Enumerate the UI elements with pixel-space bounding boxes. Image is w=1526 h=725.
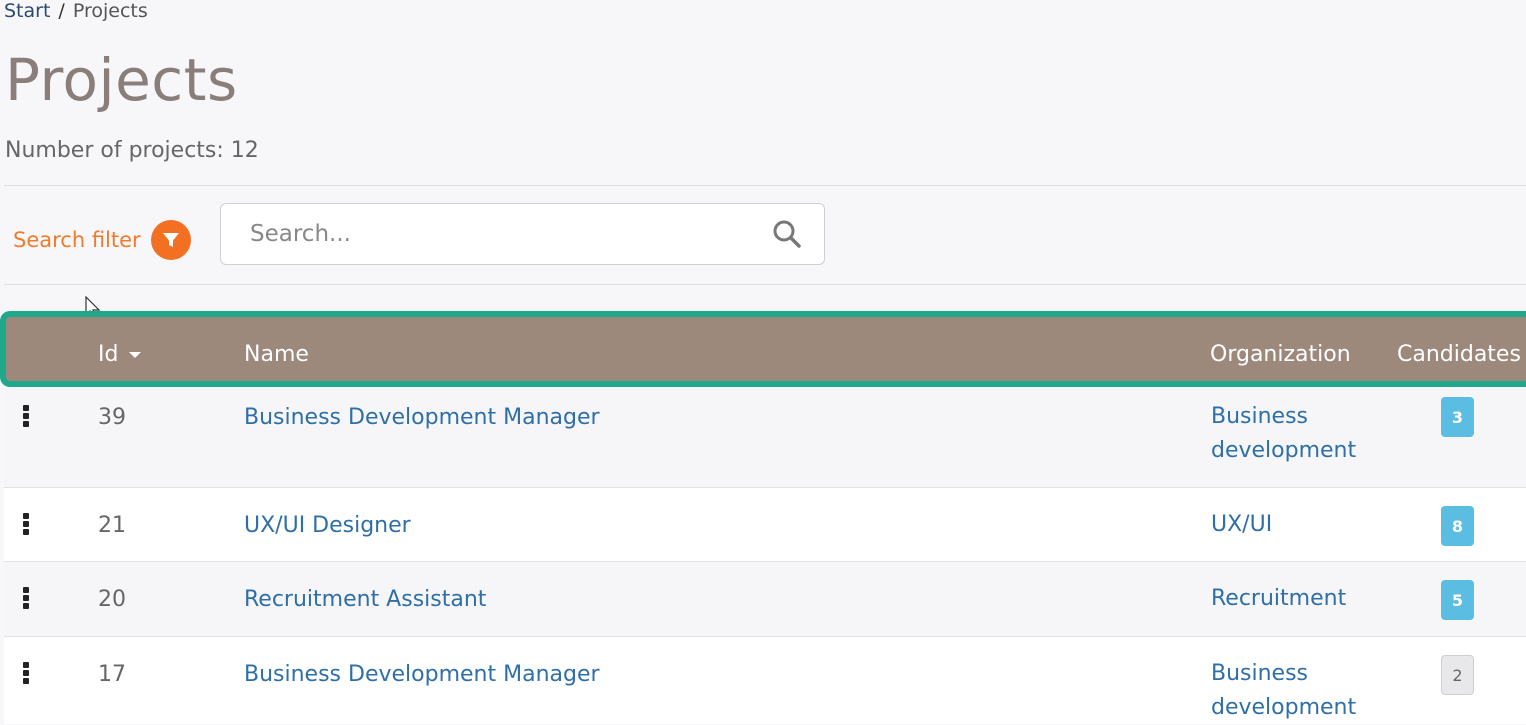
- row-name-link[interactable]: UX/UI Designer: [244, 513, 411, 538]
- row-id: 20: [98, 587, 126, 612]
- search-filter-toggle[interactable]: Search filter: [13, 220, 191, 260]
- row-organization-link[interactable]: Business development: [1211, 400, 1381, 468]
- column-header-candidates[interactable]: Candidates: [1397, 342, 1521, 367]
- table-row: 17 Business Development Manager Business…: [4, 637, 1526, 724]
- candidates-badge[interactable]: 2: [1441, 655, 1474, 695]
- search-icon[interactable]: [772, 219, 802, 253]
- row-name-link[interactable]: Business Development Manager: [244, 662, 600, 687]
- search-input[interactable]: [248, 220, 752, 248]
- breadcrumb-separator: /: [58, 0, 65, 22]
- search-box[interactable]: [220, 203, 825, 265]
- table-row: 39 Business Development Manager Business…: [4, 387, 1526, 488]
- row-name-link[interactable]: Business Development Manager: [244, 405, 600, 430]
- row-id: 21: [98, 513, 126, 538]
- breadcrumb-start-link[interactable]: Start: [4, 0, 50, 22]
- divider: [4, 185, 1526, 186]
- candidates-badge[interactable]: 3: [1441, 397, 1474, 437]
- row-menu-icon[interactable]: [23, 405, 29, 429]
- divider: [4, 284, 1526, 285]
- column-header-organization[interactable]: Organization: [1210, 342, 1351, 367]
- row-id: 17: [98, 662, 126, 687]
- row-organization-link[interactable]: UX/UI: [1211, 508, 1381, 542]
- table-header-row: Id Name Organization Candidates: [0, 311, 1526, 387]
- funnel-icon[interactable]: [150, 220, 191, 260]
- table-row: 20 Recruitment Assistant Recruitment 5: [4, 562, 1526, 637]
- search-filter-label: Search filter: [13, 228, 141, 252]
- breadcrumb-current: Projects: [72, 0, 148, 22]
- table-row: 21 UX/UI Designer UX/UI 8: [4, 488, 1526, 562]
- row-name-link[interactable]: Recruitment Assistant: [244, 587, 486, 612]
- column-header-id-label: Id: [98, 342, 119, 367]
- row-menu-icon[interactable]: [23, 587, 29, 611]
- row-menu-icon[interactable]: [23, 513, 29, 537]
- candidates-badge[interactable]: 5: [1441, 580, 1474, 620]
- column-header-id[interactable]: Id: [98, 342, 142, 367]
- page-title: Projects: [5, 46, 238, 114]
- column-header-name[interactable]: Name: [244, 342, 309, 367]
- row-organization-link[interactable]: Recruitment: [1211, 582, 1381, 616]
- row-organization-link[interactable]: Business development: [1211, 657, 1381, 725]
- breadcrumb: Start / Projects: [4, 0, 148, 22]
- row-id: 39: [98, 405, 126, 430]
- candidates-badge[interactable]: 8: [1441, 506, 1474, 546]
- row-menu-icon[interactable]: [23, 662, 29, 686]
- project-count: Number of projects: 12: [5, 138, 259, 163]
- sort-descending-icon: [129, 352, 142, 358]
